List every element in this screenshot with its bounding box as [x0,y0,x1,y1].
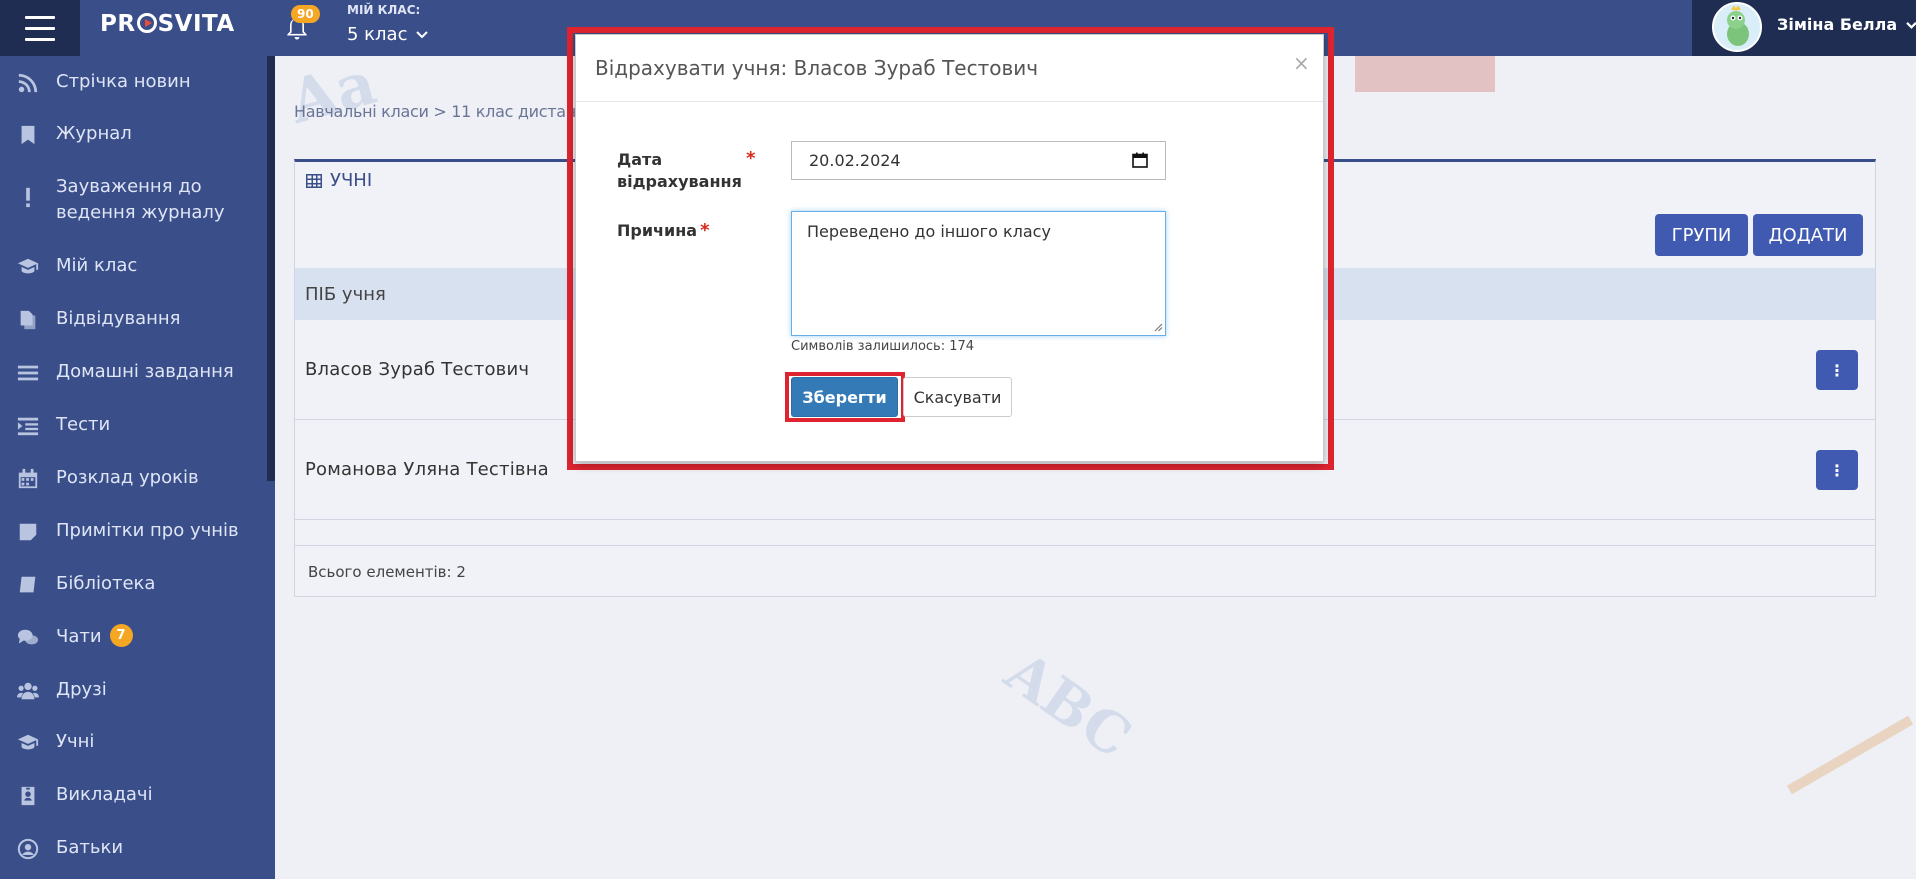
reason-label-text: Причина [617,221,698,240]
modal-title: Відрахувати учня: Власов Зураб Тестович [595,56,1039,80]
characters-remaining: Символів залишилось: 174 [791,339,975,354]
expel-date-input[interactable]: 20.02.2024 [791,141,1166,180]
date-label-text: Дата відрахування [617,150,742,191]
resize-grip-icon[interactable] [1153,322,1163,332]
required-asterisk: * [746,148,756,169]
close-icon[interactable]: × [1293,51,1310,75]
reason-label: Причина * [617,220,710,241]
reason-textarea[interactable]: Переведено до іншого класу [791,211,1166,336]
calendar-icon[interactable] [1132,152,1148,168]
modal-header: Відрахувати учня: Власов Зураб Тестович … [576,35,1323,102]
save-button[interactable]: Зберегти [791,377,898,417]
date-label: Дата відрахування [617,149,742,193]
cancel-button[interactable]: Скасувати [903,377,1012,417]
date-value: 20.02.2024 [809,151,901,170]
